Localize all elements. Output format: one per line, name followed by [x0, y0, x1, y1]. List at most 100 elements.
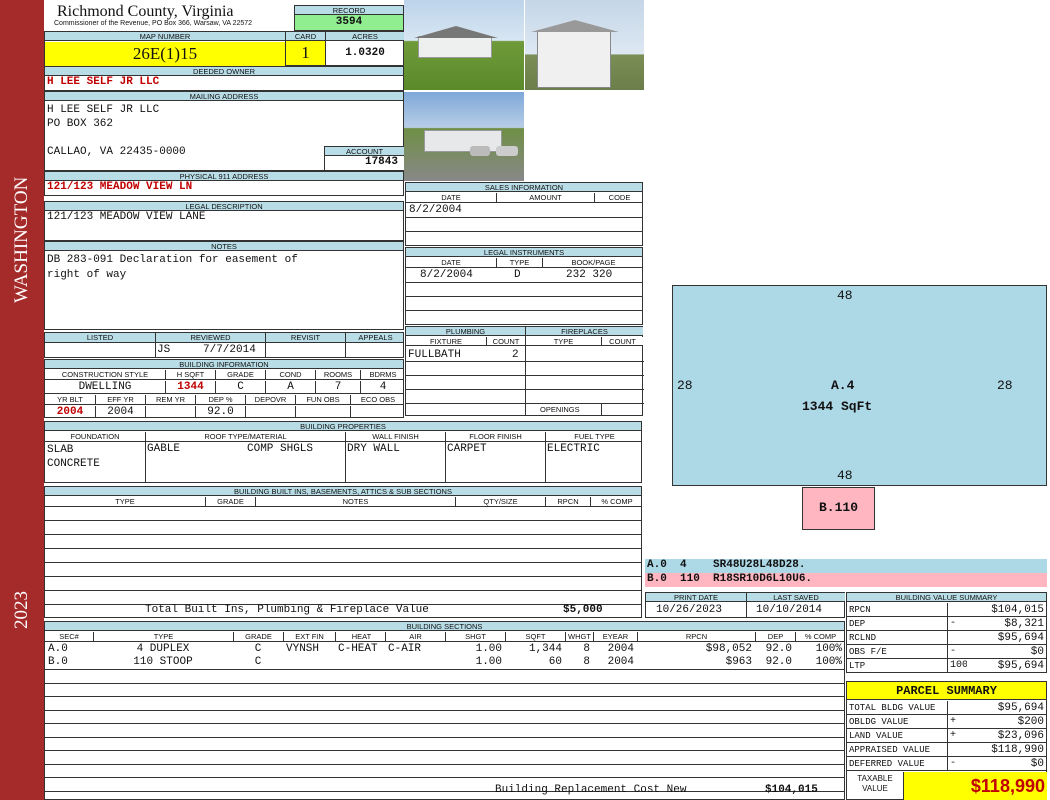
cond-header: COND — [265, 370, 315, 379]
section-col-header: WHGT — [565, 632, 593, 641]
summary-value: $95,694 — [997, 660, 1044, 672]
summary-row: DEFERRED VALUE - $0 — [847, 757, 1047, 771]
section-cell: 4 DUPLEX — [136, 643, 190, 655]
roof-material: COMP SHGLS — [247, 443, 314, 455]
record-box: RECORD 3594 — [294, 5, 404, 31]
section-cell: A.0 — [48, 643, 68, 655]
sales-date: 8/2/2004 — [409, 204, 462, 216]
bi-rpcn-header: RPCN — [545, 497, 590, 506]
instr-book-header: BOOK/PAGE — [542, 258, 642, 267]
section-cell — [286, 656, 332, 669]
fixture-header: FIXTURE — [406, 337, 486, 346]
foundation-1: SLAB — [47, 444, 74, 456]
physical-address: 121/123 MEADOW VIEW LN — [47, 181, 193, 193]
print-date-header: PRINT DATE — [646, 593, 746, 602]
summary-row: LAND VALUE + $23,096 — [847, 729, 1047, 743]
map-header: MAP NUMBER — [45, 32, 285, 41]
floor-finish: CARPET — [447, 443, 487, 455]
building-sections-box: BUILDING SECTIONS SEC# TYPE GRADE EXT FIN HE… — [44, 621, 845, 800]
last-saved: 10/10/2014 — [756, 604, 823, 616]
summary-value: $8,321 — [1004, 618, 1044, 630]
side-label-township: WASHINGTON — [11, 176, 32, 304]
account-header: ACCOUNT — [325, 147, 404, 156]
bi-comp-header: % COMP — [590, 497, 641, 506]
revisit-header: REVISIT — [265, 333, 345, 342]
summary-row: APPRAISED VALUE $118,990 — [847, 743, 1047, 757]
bldg-grade: C — [215, 381, 265, 393]
instruments-header: LEGAL INSTRUMENTS — [406, 248, 642, 257]
style-header: CONSTRUCTION STYLE — [61, 370, 149, 379]
legal-instruments-box: LEGAL INSTRUMENTS DATE TYPE BOOK/PAGE 8/… — [405, 247, 643, 325]
card-header: CARD — [286, 32, 325, 41]
wall-header: WALL FINISH — [345, 432, 445, 441]
fixture-name: FULLBATH — [408, 349, 461, 361]
bvs-header: BUILDING VALUE SUMMARY — [847, 593, 1046, 602]
bi-notes-header: NOTES — [255, 497, 455, 506]
fuel-header: FUEL TYPE — [545, 432, 641, 441]
county-title: Richmond County, Virginia — [57, 3, 234, 20]
depovr-header: DEPOVR — [245, 395, 295, 404]
instr-type-header: TYPE — [496, 258, 542, 267]
side-label-year: 2023 — [11, 591, 32, 629]
section-row: A.0 4 DUPLEX C VYNSH C-HEAT C-AIR 1.00 1,344 8 20… — [45, 643, 845, 656]
section-cell: 92.0 — [765, 643, 792, 655]
fireplace-type-header: TYPE — [526, 337, 601, 346]
built-ins-box: BUILDING BUILT INS, BASEMENTS, ATTICS & … — [44, 486, 642, 618]
ecoobs-header: ECO OBS — [350, 395, 403, 404]
building-info-header: BUILDING INFORMATION — [45, 360, 403, 369]
brcn-value: $104,015 — [765, 784, 818, 796]
rooms-header: ROOMS — [315, 370, 360, 379]
legal-description-box: LEGAL DESCRIPTION 121/123 MEADOW VIEW LA… — [44, 201, 404, 241]
summary-value: $95,694 — [997, 702, 1044, 714]
summary-key: TOTAL BLDG VALUE — [849, 703, 936, 713]
section-col-header: SQFT — [505, 632, 565, 641]
section-cell: VYNSH — [286, 643, 320, 655]
section-cell: C — [254, 656, 262, 668]
section-col-header: TYPE — [93, 632, 233, 641]
summary-key: LTP — [849, 661, 866, 671]
summary-row: RCLND $95,694 — [847, 631, 1047, 645]
summary-row: LTP 100% $95,694 — [847, 659, 1047, 673]
legal-description: 121/123 MEADOW VIEW LANE — [47, 211, 206, 223]
funobs-header: FUN OBS — [295, 395, 350, 404]
section-cell: 60 — [548, 656, 562, 668]
remyr-header: REM YR — [145, 395, 195, 404]
instr-type: D — [514, 269, 521, 281]
sections-header: BUILDING SECTIONS — [45, 622, 844, 631]
map-number: 26E(1)15 — [45, 42, 285, 66]
plumbing-fireplace-box: PLUMBING FIREPLACES FIXTURE COUNT TYPE C… — [405, 326, 644, 416]
summary-value: $0 — [1030, 646, 1044, 658]
last-saved-header: LAST SAVED — [746, 593, 845, 602]
section-col-header: EYEAR — [593, 632, 637, 641]
summary-row: OBLDG VALUE + $200 — [847, 715, 1047, 729]
building-info-box: BUILDING INFORMATION CONSTRUCTION STYLE … — [44, 359, 404, 418]
section-cell: $963 — [725, 656, 752, 668]
acres-value: 1.0320 — [345, 47, 385, 59]
floor-header: FLOOR FINISH — [445, 432, 545, 441]
mailing-address-header: MAILING ADDRESS — [45, 92, 403, 101]
photo-shed — [525, 0, 644, 90]
section-cell: 1.00 — [475, 656, 502, 668]
summary-value: $95,694 — [997, 632, 1044, 644]
photo-house-driveway — [404, 92, 524, 181]
bi-qty-header: QTY/SIZE — [455, 497, 545, 506]
sketch-legend-b: B.0 110 R18SR10D6L10U6. — [645, 573, 1047, 587]
side-band: WASHINGTON 2023 — [0, 0, 44, 800]
summary-key: DEP — [849, 619, 866, 629]
sketch-section-label: A.4 — [831, 378, 855, 393]
summary-sign — [947, 701, 967, 714]
bi-type-header: TYPE — [115, 497, 135, 506]
section-col-header: AIR — [385, 632, 445, 641]
summary-value: $23,096 — [997, 730, 1044, 742]
section-col-header: % COMP — [795, 632, 844, 641]
summary-key: RCLND — [849, 633, 877, 643]
mailing-address-box: MAILING ADDRESS H LEE SELF JR LLC PO BOX… — [44, 91, 405, 171]
physical-address-header: PHYSICAL 911 ADDRESS — [45, 172, 403, 181]
hsqft-header: H SQFT — [165, 370, 215, 379]
record-header: RECORD — [295, 6, 403, 15]
summary-sign — [947, 743, 967, 756]
bldg-rooms: 7 — [315, 381, 360, 393]
summary-key: APPRAISED VALUE — [849, 745, 931, 755]
notes-line-1: DB 283-091 Declaration for easement of — [47, 254, 298, 266]
bldg-cond: A — [265, 381, 315, 393]
